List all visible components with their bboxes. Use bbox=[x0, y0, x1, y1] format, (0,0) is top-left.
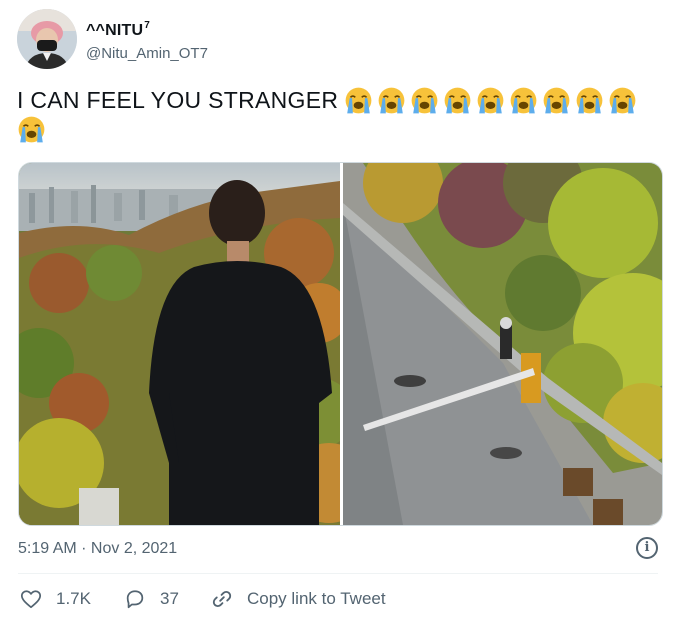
display-name[interactable]: ^^NITU7 bbox=[86, 16, 208, 40]
loudly-crying-face-emoji bbox=[609, 87, 636, 114]
reply-icon bbox=[126, 590, 144, 609]
display-name-superscript: 7 bbox=[144, 20, 150, 31]
like-button[interactable]: 1.7K bbox=[20, 588, 91, 610]
reply-count: 37 bbox=[160, 589, 179, 608]
loudly-crying-face-emoji bbox=[510, 87, 537, 114]
heart-icon bbox=[20, 590, 42, 609]
avatar[interactable] bbox=[17, 9, 77, 69]
tweet: ^^NITU7 @Nitu_Amin_OT7 I CAN FEEL YOU ST… bbox=[0, 0, 673, 623]
loudly-crying-face-emoji bbox=[576, 87, 603, 114]
loudly-crying-face-emoji bbox=[378, 87, 405, 114]
tweet-text: I CAN FEEL YOU STRANGER bbox=[17, 86, 647, 144]
reply-button[interactable]: 37 bbox=[124, 588, 179, 610]
loudly-crying-face-emoji bbox=[345, 87, 372, 114]
divider bbox=[18, 573, 658, 574]
copy-link-button[interactable]: Copy link to Tweet bbox=[211, 588, 386, 610]
user-handle[interactable]: @Nitu_Amin_OT7 bbox=[86, 45, 208, 63]
user-names: ^^NITU7 @Nitu_Amin_OT7 bbox=[86, 16, 208, 63]
loudly-crying-face-emoji bbox=[444, 87, 471, 114]
photo-right[interactable] bbox=[343, 163, 662, 525]
info-icon[interactable]: i bbox=[636, 537, 658, 559]
tweet-timestamp[interactable]: 5:19 AM · Nov 2, 2021 bbox=[18, 540, 177, 558]
tweet-media bbox=[18, 162, 663, 526]
link-icon bbox=[212, 590, 232, 608]
loudly-crying-face-emoji bbox=[543, 87, 570, 114]
loudly-crying-face-emoji bbox=[477, 87, 504, 114]
like-count: 1.7K bbox=[56, 589, 91, 608]
loudly-crying-face-emoji bbox=[18, 116, 45, 143]
photo-left[interactable] bbox=[19, 163, 340, 525]
copy-link-label: Copy link to Tweet bbox=[247, 589, 386, 608]
loudly-crying-face-emoji bbox=[411, 87, 438, 114]
tweet-text-content: I CAN FEEL YOU STRANGER bbox=[17, 87, 339, 113]
